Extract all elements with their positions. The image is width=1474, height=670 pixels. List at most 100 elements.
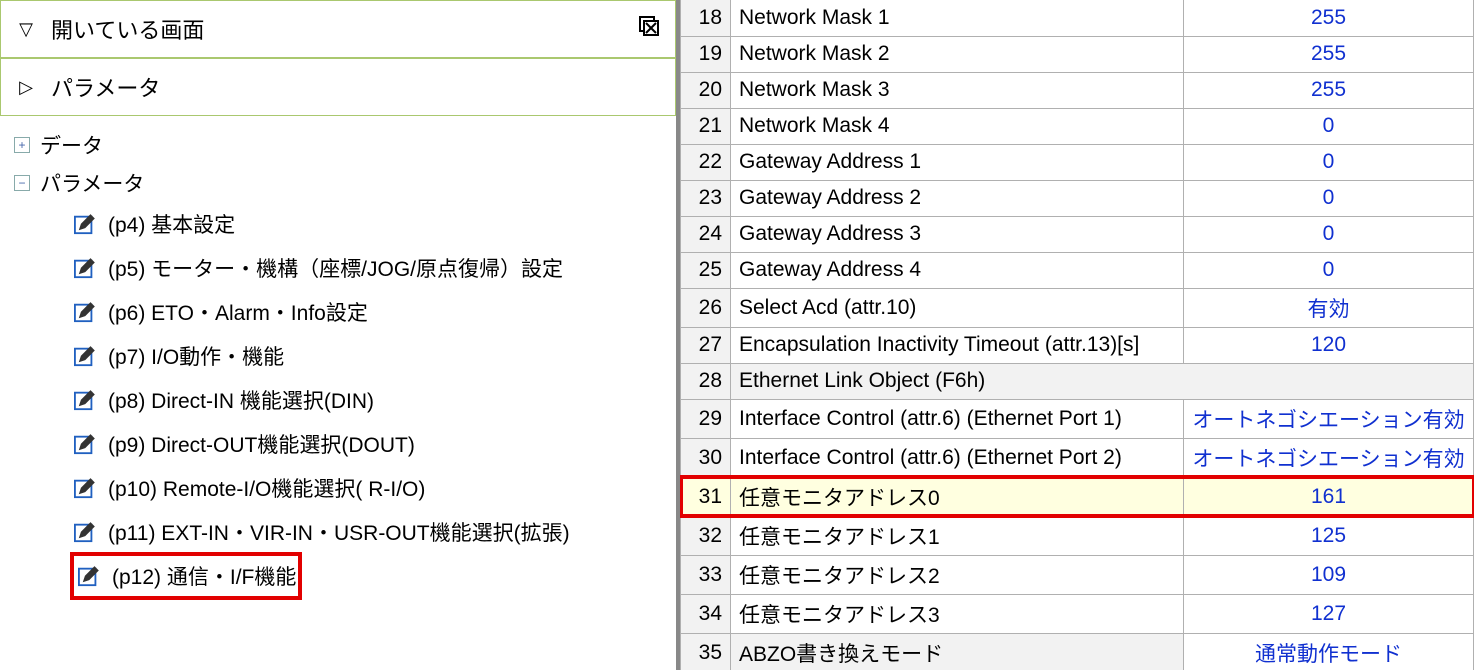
tree-node-parameter[interactable]: − パラメータ xyxy=(14,164,670,202)
plus-icon[interactable]: + xyxy=(14,137,30,153)
edit-icon xyxy=(72,212,98,236)
edit-icon xyxy=(76,564,102,588)
parameter-children: (p4) 基本設定 (p5) モーター・機構（座標/JOG/原点復帰）設定 (p6)… xyxy=(14,202,670,598)
row-number: 18 xyxy=(681,0,731,36)
row-name: Interface Control (attr.6) (Ethernet Por… xyxy=(731,399,1184,438)
row-value[interactable]: オートネゴシエーション有効 xyxy=(1184,399,1474,438)
row-name: Gateway Address 2 xyxy=(731,180,1184,216)
table-row[interactable]: 24Gateway Address 30 xyxy=(681,216,1474,252)
row-number: 34 xyxy=(681,594,731,633)
chevron-right-icon: ▷ xyxy=(15,77,37,98)
row-value[interactable]: 255 xyxy=(1184,72,1474,108)
table-row[interactable]: 31任意モニタアドレス0161 xyxy=(681,477,1474,516)
row-value[interactable]: 0 xyxy=(1184,252,1474,288)
stack-icon[interactable] xyxy=(621,14,661,44)
table-row[interactable]: 28Ethernet Link Object (F6h) xyxy=(681,363,1474,399)
table-row[interactable]: 33任意モニタアドレス2109 xyxy=(681,555,1474,594)
edit-icon xyxy=(72,256,98,280)
row-value[interactable]: 0 xyxy=(1184,144,1474,180)
row-number: 23 xyxy=(681,180,731,216)
edit-icon xyxy=(72,520,98,544)
table-row[interactable]: 21Network Mask 40 xyxy=(681,108,1474,144)
open-screens-label: 開いている画面 xyxy=(51,13,607,45)
tree-node-label: パラメータ xyxy=(40,168,144,198)
table-row[interactable]: 29Interface Control (attr.6) (Ethernet P… xyxy=(681,399,1474,438)
parameter-header[interactable]: ▷ パラメータ xyxy=(0,58,676,116)
row-number: 25 xyxy=(681,252,731,288)
chevron-down-icon: ▽ xyxy=(15,19,37,40)
row-value[interactable]: 161 xyxy=(1184,477,1474,516)
table-row[interactable]: 30Interface Control (attr.6) (Ethernet P… xyxy=(681,438,1474,477)
tree-leaf-label: (p7) I/O動作・機能 xyxy=(108,341,284,371)
row-value[interactable]: 通常動作モード xyxy=(1184,633,1474,670)
row-number: 27 xyxy=(681,327,731,363)
open-screens-header[interactable]: ▽ 開いている画面 xyxy=(0,0,676,58)
row-name: Network Mask 1 xyxy=(731,0,1184,36)
edit-icon xyxy=(72,432,98,456)
table-row[interactable]: 35ABZO書き換えモード通常動作モード xyxy=(681,633,1474,670)
row-value[interactable]: 255 xyxy=(1184,36,1474,72)
row-value[interactable]: オートネゴシエーション有効 xyxy=(1184,438,1474,477)
table-row[interactable]: 34任意モニタアドレス3127 xyxy=(681,594,1474,633)
row-name: Gateway Address 4 xyxy=(731,252,1184,288)
row-number: 22 xyxy=(681,144,731,180)
edit-icon xyxy=(72,476,98,500)
tree-leaf[interactable]: (p9) Direct-OUT機能選択(DOUT) xyxy=(72,422,670,466)
row-value[interactable]: 125 xyxy=(1184,516,1474,555)
table-row[interactable]: 27Encapsulation Inactivity Timeout (attr… xyxy=(681,327,1474,363)
tree-leaf[interactable]: (p8) Direct-IN 機能選択(DIN) xyxy=(72,378,670,422)
tree-leaf[interactable]: (p5) モーター・機構（座標/JOG/原点復帰）設定 xyxy=(72,246,670,290)
tree-node-data[interactable]: + データ xyxy=(14,126,670,164)
row-number: 29 xyxy=(681,399,731,438)
row-value[interactable]: 127 xyxy=(1184,594,1474,633)
table-row[interactable]: 23Gateway Address 20 xyxy=(681,180,1474,216)
tree-leaf[interactable]: (p12) 通信・I/F機能 xyxy=(72,554,300,598)
parameter-table: 18Network Mask 125519Network Mask 225520… xyxy=(680,0,1474,670)
edit-icon xyxy=(72,388,98,412)
row-name: Encapsulation Inactivity Timeout (attr.1… xyxy=(731,327,1184,363)
row-number: 33 xyxy=(681,555,731,594)
tree-leaf-label: (p8) Direct-IN 機能選択(DIN) xyxy=(108,385,374,415)
tree-leaf-label: (p5) モーター・機構（座標/JOG/原点復帰）設定 xyxy=(108,253,563,283)
tree-leaf-label: (p4) 基本設定 xyxy=(108,209,235,239)
row-number: 31 xyxy=(681,477,731,516)
edit-icon xyxy=(72,300,98,324)
row-name: Network Mask 4 xyxy=(731,108,1184,144)
table-row[interactable]: 32任意モニタアドレス1125 xyxy=(681,516,1474,555)
row-name: Network Mask 2 xyxy=(731,36,1184,72)
row-number: 26 xyxy=(681,288,731,327)
row-name: Network Mask 3 xyxy=(731,72,1184,108)
table-row[interactable]: 22Gateway Address 10 xyxy=(681,144,1474,180)
row-value[interactable]: 有効 xyxy=(1184,288,1474,327)
table-row[interactable]: 20Network Mask 3255 xyxy=(681,72,1474,108)
row-value[interactable]: 0 xyxy=(1184,180,1474,216)
tree-leaf[interactable]: (p4) 基本設定 xyxy=(72,202,670,246)
tree-leaf[interactable]: (p7) I/O動作・機能 xyxy=(72,334,670,378)
row-name: Gateway Address 1 xyxy=(731,144,1184,180)
row-name: Ethernet Link Object (F6h) xyxy=(731,363,1474,399)
tree-leaf[interactable]: (p10) Remote-I/O機能選択( R-I/O) xyxy=(72,466,670,510)
row-value[interactable]: 255 xyxy=(1184,0,1474,36)
tree-leaf[interactable]: (p11) EXT-IN・VIR-IN・USR-OUT機能選択(拡張) xyxy=(72,510,670,554)
tree-leaf-label: (p9) Direct-OUT機能選択(DOUT) xyxy=(108,429,415,459)
table-row[interactable]: 18Network Mask 1255 xyxy=(681,0,1474,36)
row-name: ABZO書き換えモード xyxy=(731,633,1184,670)
table-row[interactable]: 26Select Acd (attr.10)有効 xyxy=(681,288,1474,327)
row-value[interactable]: 0 xyxy=(1184,108,1474,144)
row-name: Interface Control (attr.6) (Ethernet Por… xyxy=(731,438,1184,477)
row-value[interactable]: 109 xyxy=(1184,555,1474,594)
navigation-panel: ▽ 開いている画面 ▷ パラメータ + データ − パラメータ (p4) 基本設… xyxy=(0,0,680,670)
edit-icon xyxy=(72,344,98,368)
row-value[interactable]: 120 xyxy=(1184,327,1474,363)
row-name: 任意モニタアドレス1 xyxy=(731,516,1184,555)
row-value[interactable]: 0 xyxy=(1184,216,1474,252)
tree-leaf-label: (p11) EXT-IN・VIR-IN・USR-OUT機能選択(拡張) xyxy=(108,517,570,547)
row-number: 32 xyxy=(681,516,731,555)
tree-leaf-label: (p6) ETO・Alarm・Info設定 xyxy=(108,297,368,327)
table-row[interactable]: 19Network Mask 2255 xyxy=(681,36,1474,72)
minus-icon[interactable]: − xyxy=(14,175,30,191)
table-row[interactable]: 25Gateway Address 40 xyxy=(681,252,1474,288)
row-number: 24 xyxy=(681,216,731,252)
tree-view: + データ − パラメータ (p4) 基本設定 (p5) モーター・機構（座標/J… xyxy=(0,116,676,670)
tree-leaf[interactable]: (p6) ETO・Alarm・Info設定 xyxy=(72,290,670,334)
